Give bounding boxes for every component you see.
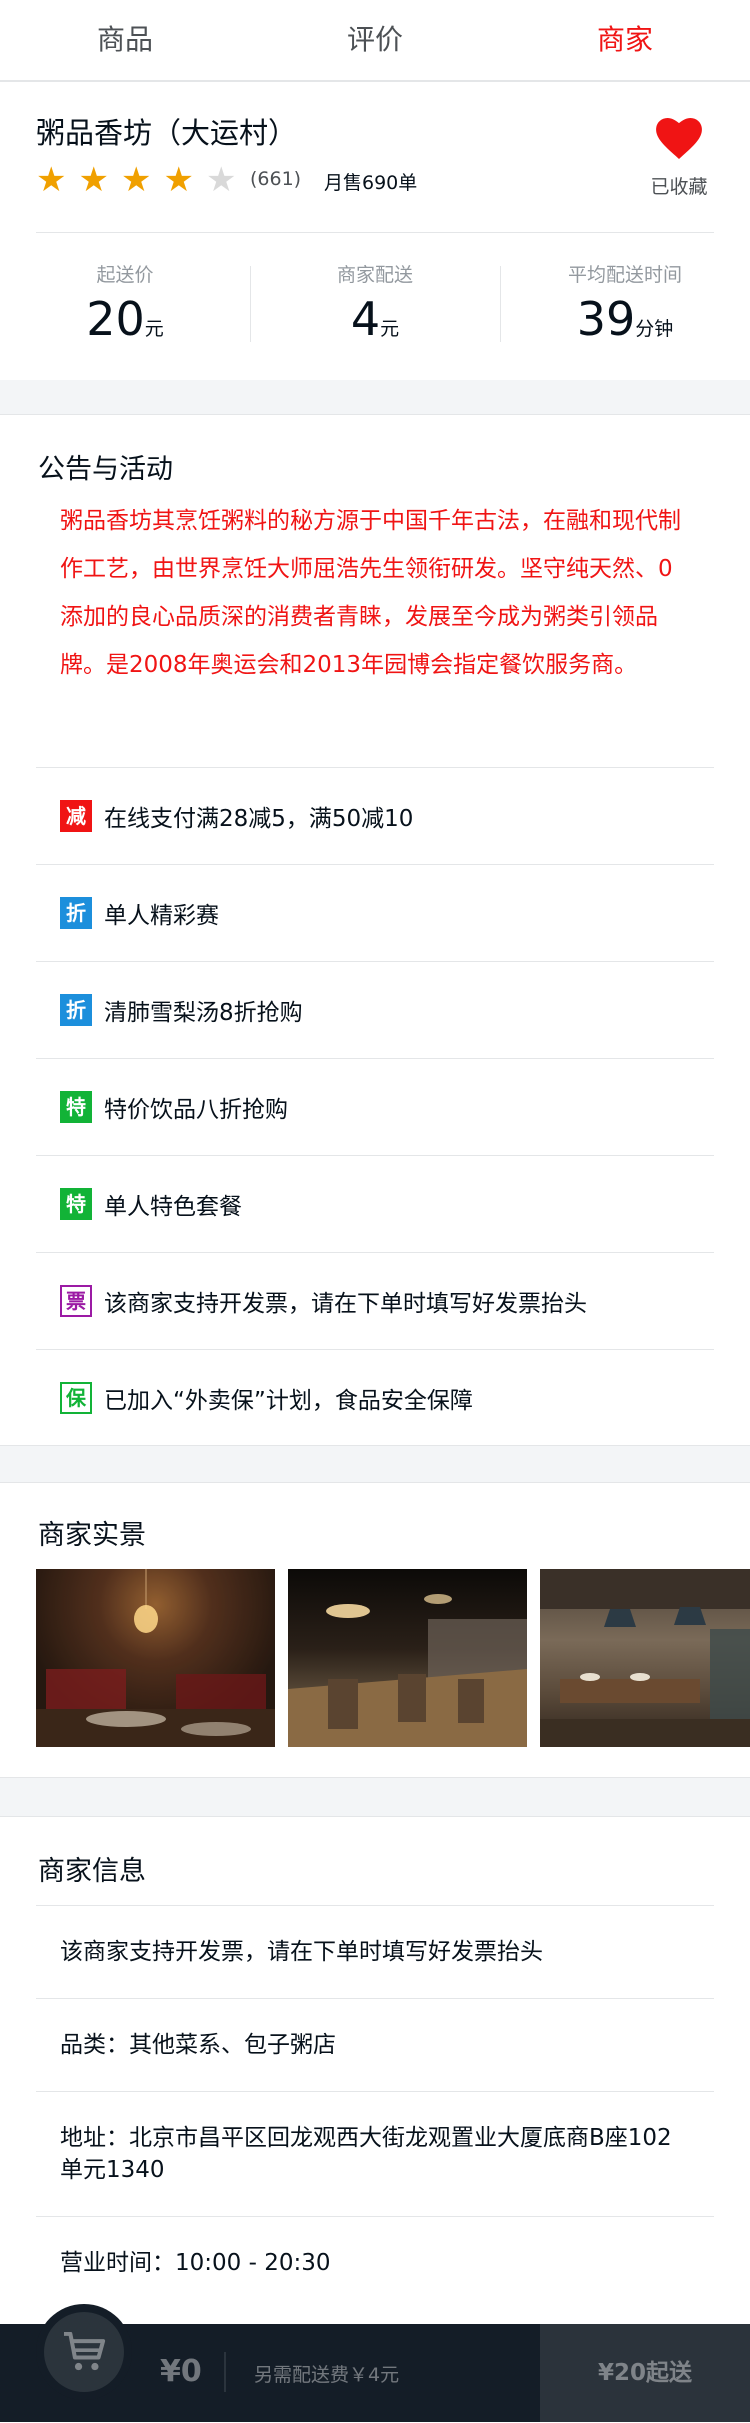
info-item: 地址：北京市昌平区回龙观西大街龙观置业大厦底商B座102单元1340: [36, 2091, 714, 2216]
section-title: 公告与活动: [38, 454, 173, 485]
info-item: 该商家支持开发票，请在下单时填写好发票抬头: [36, 1905, 714, 1998]
support-item: 折 清肺雪梨汤8折抢购: [36, 961, 714, 1058]
support-item: 票 该商家支持开发票，请在下单时填写好发票抬头: [36, 1252, 714, 1349]
cart-summary[interactable]: ¥0 另需配送费￥4元: [0, 2304, 540, 2422]
seller-stats: 起送价 20元 商家配送 4元 平均配送时间 39分钟: [0, 252, 750, 362]
cart-total-price: ¥0: [160, 2352, 226, 2392]
star-icon: ★: [78, 160, 109, 200]
stat-unit: 元: [380, 318, 400, 340]
rating-count: (661): [250, 168, 302, 190]
seller-overview: 粥品香坊（大运村） ★ ★ ★ ★ ★ (661) 月售690单 已收藏 起送价…: [0, 82, 750, 380]
support-text: 单人特色套餐: [104, 1194, 242, 1220]
stat-unit: 元: [144, 318, 164, 340]
section-title: 商家实景: [38, 1520, 146, 1551]
heart-icon: [644, 118, 714, 164]
favorite-label: 已收藏: [650, 176, 708, 198]
tab-bar: 商品 评价 商家: [0, 0, 750, 82]
invoice-icon: 票: [60, 1285, 92, 1317]
star-empty-icon: ★: [205, 160, 237, 200]
star-icon: ★: [36, 160, 67, 200]
support-item: 特 特价饮品八折抢购: [36, 1058, 714, 1155]
shopping-cart-bar: ¥0 另需配送费￥4元 ¥20起送: [0, 2304, 750, 2422]
stat-delivery-fee: 商家配送 4元: [250, 252, 500, 362]
stat-value-wrap: 4元: [250, 293, 500, 355]
support-text: 该商家支持开发票，请在下单时填写好发票抬头: [104, 1291, 587, 1317]
tab-goods[interactable]: 商品: [0, 0, 250, 80]
support-text: 单人精彩赛: [104, 903, 219, 929]
section-title: 商家信息: [38, 1856, 146, 1887]
divider: [36, 232, 714, 233]
info-item: 营业时间：10:00 - 20:30: [36, 2216, 714, 2309]
support-text: 在线支付满28减5，满50减10: [104, 806, 414, 832]
stat-title: 商家配送: [336, 264, 413, 286]
stat-unit: 分钟: [635, 318, 674, 340]
info-item: 品类：其他菜系、包子粥店: [36, 1998, 714, 2091]
stat-delivery-time: 平均配送时间 39分钟: [500, 252, 750, 362]
restaurant-photo-3[interactable]: [540, 1569, 750, 1747]
photo-row[interactable]: [36, 1569, 750, 1747]
supports-list: 减 在线支付满28减5，满50减10 折 单人精彩赛 折 清肺雪梨汤8折抢购 特…: [36, 767, 714, 1446]
seller-photos-section: 商家实景: [0, 1482, 750, 1778]
guarantee-icon: 保: [60, 1382, 92, 1414]
special-icon: 特: [60, 1091, 92, 1123]
sell-count: 月售690单: [324, 172, 418, 194]
stat-value-wrap: 39分钟: [500, 293, 750, 355]
rating-stars: ★ ★ ★ ★ ★: [36, 162, 236, 198]
restaurant-photo-1[interactable]: [36, 1569, 275, 1747]
restaurant-photo-2[interactable]: [288, 1569, 527, 1747]
checkout-button[interactable]: ¥20起送: [540, 2324, 750, 2422]
support-item: 保 已加入“外卖保”计划，食品安全保障: [36, 1349, 714, 1446]
support-item: 特 单人特色套餐: [36, 1155, 714, 1252]
info-list: 该商家支持开发票，请在下单时填写好发票抬头 品类：其他菜系、包子粥店 地址：北京…: [36, 1905, 714, 2309]
stat-value: 39: [576, 292, 636, 346]
bulletin-text: 粥品香坊其烹饪粥料的秘方源于中国千年古法，在融和现代制作工艺，由世界烹饪大师屈浩…: [60, 508, 681, 678]
discount-icon: 折: [60, 994, 92, 1026]
delivery-fee-text: 另需配送费￥4元: [254, 2364, 400, 2386]
support-text: 特价饮品八折抢购: [104, 1097, 288, 1123]
stat-min-price: 起送价 20元: [0, 252, 250, 362]
stat-value-wrap: 20元: [0, 293, 250, 355]
support-item: 折 单人精彩赛: [36, 864, 714, 961]
stat-value: 4: [350, 292, 381, 346]
support-item: 减 在线支付满28减5，满50减10: [36, 767, 714, 864]
special-icon: 特: [60, 1188, 92, 1220]
discount-icon: 折: [60, 897, 92, 929]
star-icon: ★: [120, 160, 152, 200]
tab-ratings[interactable]: 评价: [250, 0, 500, 80]
bulletin-section: 公告与活动 粥品香坊其烹饪粥料的秘方源于中国千年古法，在融和现代制作工艺，由世界…: [0, 414, 750, 1446]
favorite-button[interactable]: 已收藏: [644, 118, 714, 199]
stat-value: 20: [86, 292, 145, 346]
cart-logo-inner: [44, 2312, 124, 2392]
stat-title: 平均配送时间: [567, 264, 682, 286]
seller-name: 粥品香坊（大运村）: [36, 116, 298, 150]
star-icon: ★: [163, 160, 194, 200]
tab-seller[interactable]: 商家: [500, 0, 750, 80]
support-text: 清肺雪梨汤8折抢购: [104, 1000, 303, 1026]
stat-title: 起送价: [96, 264, 154, 286]
decrease-icon: 减: [60, 800, 92, 832]
support-text: 已加入“外卖保”计划，食品安全保障: [104, 1388, 473, 1414]
cart-logo[interactable]: [36, 2304, 132, 2400]
shopping-cart-icon: [64, 2332, 106, 2371]
